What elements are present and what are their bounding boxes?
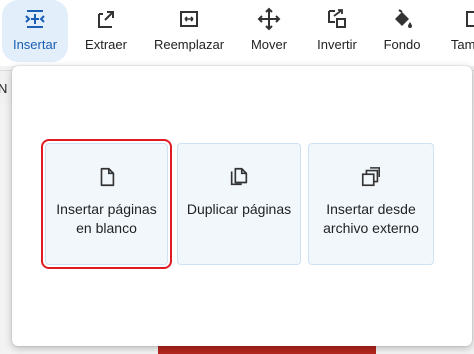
fill-bucket-icon: [395, 9, 412, 28]
toolbar-size-button[interactable]: Tamaño: [446, 0, 474, 62]
replace-icon: [180, 11, 198, 27]
reverse-icon: [328, 9, 346, 28]
blank-page-icon: [100, 167, 114, 187]
toolbar-background-button[interactable]: Fondo: [380, 0, 424, 62]
size-icon: [466, 11, 474, 27]
toolbar-reverse-button[interactable]: Invertir: [310, 0, 364, 62]
app-window: Insertar Extraer Reemplazar Mover Invert…: [0, 0, 474, 354]
toolbar-extract-label: Extraer: [85, 37, 127, 52]
toolbar: Insertar Extraer Reemplazar Mover Invert…: [0, 0, 474, 66]
background-red-element: [158, 346, 376, 354]
toolbar-move-label: Mover: [250, 37, 288, 52]
extract-icon: [98, 11, 114, 28]
toolbar-insert-label: Insertar: [12, 37, 58, 52]
toolbar-replace-button[interactable]: Reemplazar: [150, 0, 228, 62]
toolbar-extract-button[interactable]: Extraer: [80, 0, 132, 62]
toolbar-move-button[interactable]: Mover: [244, 0, 294, 62]
insert-blank-pages-option[interactable]: Insertar páginas en blanco: [41, 139, 172, 269]
background-strip-text: N: [0, 81, 8, 96]
duplicate-pages-label: Duplicar páginas: [186, 201, 292, 217]
duplicate-pages-icon: [230, 167, 248, 186]
move-icon: [257, 7, 281, 31]
insert-external-file-label: Insertar desde archivo externo: [323, 201, 419, 236]
toolbar-background-label: Fondo: [383, 37, 421, 52]
insert-blank-pages-label: Insertar páginas en blanco: [56, 201, 157, 236]
insert-external-file-option[interactable]: Insertar desde archivo externo: [308, 143, 434, 265]
toolbar-replace-label: Reemplazar: [153, 37, 225, 52]
toolbar-reverse-label: Invertir: [317, 37, 357, 52]
insert-options-popup: Insertar páginas en blanco Duplicar pági…: [12, 66, 472, 346]
toolbar-insert-button[interactable]: Insertar: [2, 0, 68, 62]
toolbar-size-label: Tamaño: [450, 37, 474, 52]
duplicate-pages-option[interactable]: Duplicar páginas: [177, 143, 301, 265]
external-file-icon: [361, 167, 380, 187]
insert-pages-icon: [25, 10, 45, 28]
